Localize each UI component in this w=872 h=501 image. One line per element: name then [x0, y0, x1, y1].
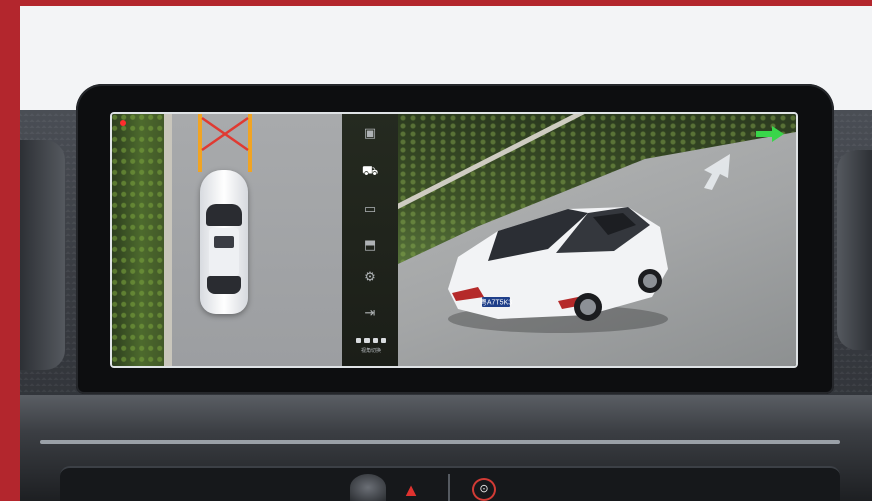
- roadside-foliage: [112, 114, 170, 366]
- ego-car-3d-model: 粤A7T5K3: [448, 207, 668, 333]
- dashboard-trim: [40, 440, 840, 444]
- view-selector-label: 视角切换: [360, 348, 381, 354]
- view-mode-menu: ▣ ⛟ ▭ ⬒ ⚙ ⇥ 视角切换: [342, 114, 398, 366]
- exit-icon[interactable]: ⇥: [356, 302, 384, 324]
- car-lock-icon[interactable]: ⊙: [472, 478, 496, 501]
- sunroof: [214, 236, 234, 248]
- view-selector-dots[interactable]: [356, 338, 386, 344]
- direction-arrow-icon: [704, 154, 730, 190]
- rear-window: [207, 276, 241, 294]
- brand-frame-top: [0, 0, 872, 6]
- car-3d-view-icon[interactable]: ⛟: [356, 160, 384, 182]
- top-down-view[interactable]: [112, 114, 342, 366]
- windshield: [206, 204, 242, 226]
- recording-dot: [120, 120, 126, 126]
- center-console-control-bar: [60, 466, 840, 501]
- hazard-icon[interactable]: ▲: [398, 480, 424, 501]
- ego-car-top-view: [200, 170, 248, 314]
- curb: [164, 114, 172, 366]
- stop-cross-icon: [201, 116, 249, 152]
- 3d-camera-view[interactable]: 粤A7T5K3: [398, 114, 796, 366]
- car-rear-view-icon[interactable]: ⬒: [356, 234, 384, 256]
- license-plate: 粤A7T5K3: [480, 298, 512, 307]
- surround-view-screen: ▣ ⛟ ▭ ⬒ ⚙ ⇥ 视角切换 粤A7T5K3: [110, 112, 798, 368]
- brand-frame-left: [0, 0, 20, 501]
- console-divider: [448, 474, 450, 501]
- car-side-view-icon[interactable]: ▭: [356, 198, 384, 220]
- volume-knob[interactable]: [350, 474, 386, 501]
- car-front-view-icon[interactable]: ▣: [356, 122, 384, 144]
- settings-icon[interactable]: ⚙: [356, 266, 384, 288]
- green-right-arrow-icon: [756, 126, 784, 142]
- left-air-vent: [20, 140, 65, 370]
- right-air-vent: [837, 150, 872, 350]
